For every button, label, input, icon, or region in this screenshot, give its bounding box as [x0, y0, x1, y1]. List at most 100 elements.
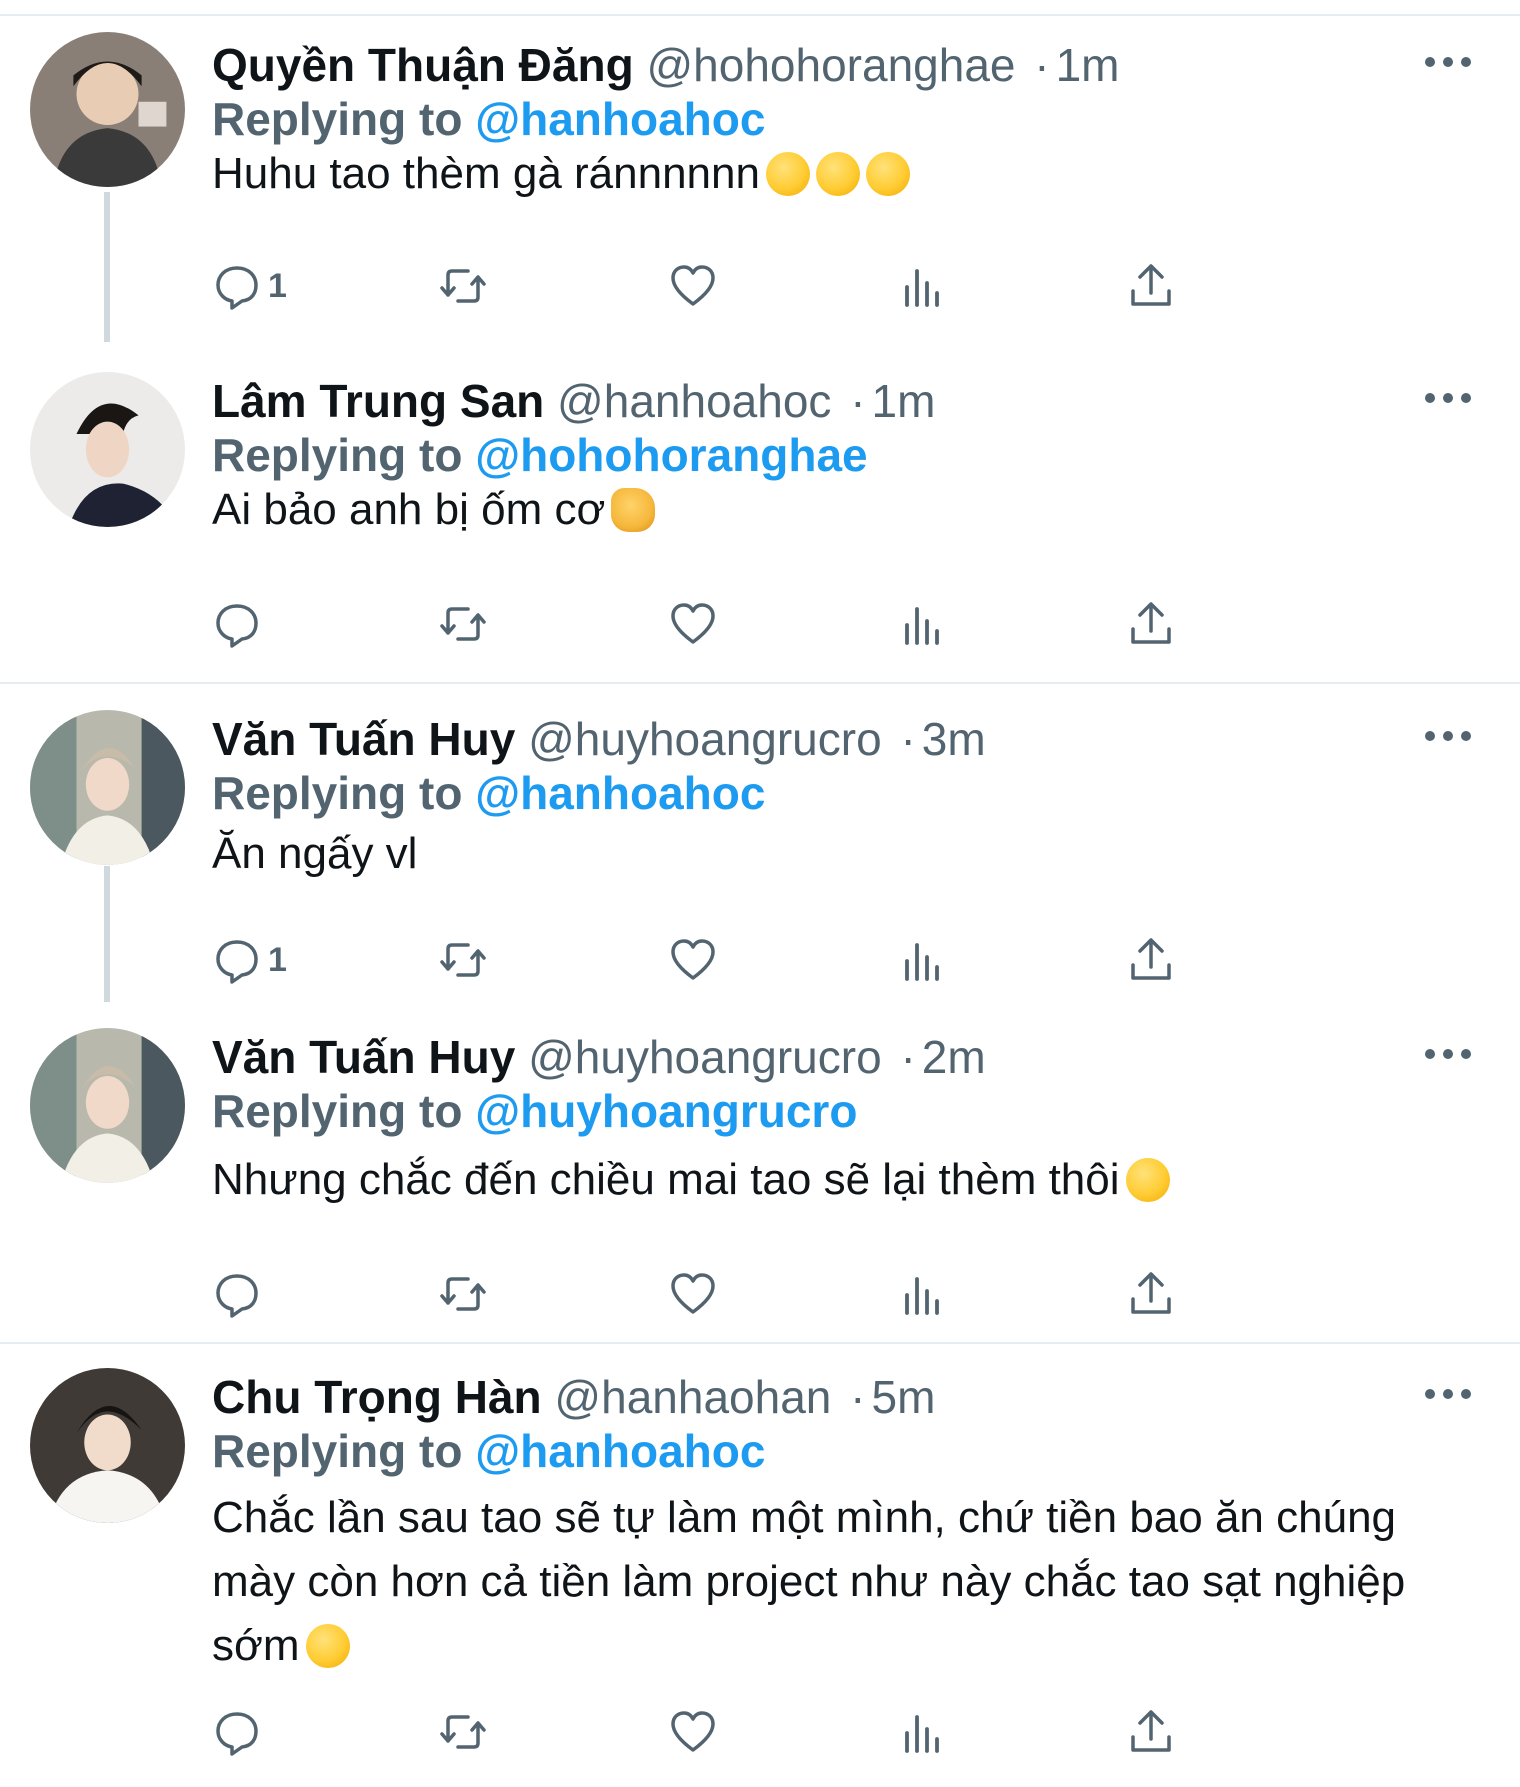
handle[interactable]: @hanhoahoc — [557, 375, 831, 427]
share-button[interactable] — [1126, 594, 1176, 654]
loudly-crying-face-emoji — [815, 152, 860, 196]
reply-button[interactable] — [212, 1264, 262, 1324]
replying-label: Replying to — [212, 767, 463, 819]
analytics-icon — [898, 1269, 948, 1319]
avatar[interactable] — [30, 710, 185, 865]
more-icon[interactable] — [1420, 726, 1476, 746]
like-button[interactable] — [668, 594, 718, 654]
retweet-icon — [438, 1707, 488, 1757]
analytics-button[interactable] — [898, 1264, 948, 1324]
loudly-crying-face-emoji — [865, 152, 910, 196]
replying-label: Replying to — [212, 429, 463, 481]
display-name[interactable]: Quyền Thuận Đăng — [212, 39, 634, 91]
action-bar: 1 — [212, 256, 1332, 316]
mention-link[interactable]: @hanhoahoc — [475, 93, 765, 145]
replying-to: Replying to @hanhoahoc — [212, 1422, 765, 1480]
more-icon[interactable] — [1420, 388, 1476, 408]
tweet[interactable]: Văn Tuấn Huy @huyhoangrucro · 3m Replying… — [0, 684, 1520, 1002]
analytics-icon — [898, 1707, 948, 1757]
avatar[interactable] — [30, 1368, 185, 1523]
timestamp[interactable]: 1m — [872, 375, 936, 427]
retweet-button[interactable] — [438, 1264, 488, 1324]
share-icon — [1126, 1269, 1176, 1319]
timestamp[interactable]: 2m — [922, 1031, 986, 1083]
analytics-icon — [898, 935, 948, 985]
timestamp[interactable]: 1m — [1056, 39, 1120, 91]
replying-to: Replying to @hanhoahoc — [212, 764, 765, 822]
reply-button[interactable] — [212, 594, 262, 654]
reply-icon — [212, 599, 262, 649]
analytics-button[interactable] — [898, 594, 948, 654]
tweet-header: Chu Trọng Hàn @hanhaohan · 5m — [212, 1368, 935, 1426]
retweet-button[interactable] — [438, 1702, 488, 1762]
replying-to: Replying to @huyhoangrucro — [212, 1082, 857, 1140]
replying-to: Replying to @hohohoranghae — [212, 426, 868, 484]
handle[interactable]: @hanhaohan — [554, 1371, 831, 1423]
analytics-icon — [898, 599, 948, 649]
analytics-button[interactable] — [898, 930, 948, 990]
like-button[interactable] — [668, 930, 718, 990]
share-icon — [1126, 935, 1176, 985]
thread-line — [104, 192, 110, 342]
avatar[interactable] — [30, 1028, 185, 1183]
analytics-button[interactable] — [898, 256, 948, 316]
reply-icon — [212, 1707, 262, 1757]
mention-link[interactable]: @hanhoahoc — [475, 1425, 765, 1477]
like-icon — [668, 1269, 718, 1319]
action-bar — [212, 1702, 1332, 1762]
reply-button[interactable] — [212, 1702, 262, 1762]
like-button[interactable] — [668, 256, 718, 316]
share-button[interactable] — [1126, 1702, 1176, 1762]
retweet-icon — [438, 1269, 488, 1319]
more-icon[interactable] — [1420, 52, 1476, 72]
retweet-button[interactable] — [438, 930, 488, 990]
tweet-text: Chắc lần sau tao sẽ tự làm một mình, chứ… — [212, 1486, 1432, 1678]
like-button[interactable] — [668, 1264, 718, 1324]
tweet-text-content: Ăn ngấy vl — [212, 829, 418, 878]
like-icon — [668, 1707, 718, 1757]
tweet[interactable]: Chu Trọng Hàn @hanhaohan · 5m Replying to… — [0, 1344, 1520, 1787]
display-name[interactable]: Chu Trọng Hàn — [212, 1371, 542, 1423]
replying-label: Replying to — [212, 1085, 463, 1137]
avatar[interactable] — [30, 32, 185, 187]
like-button[interactable] — [668, 1702, 718, 1762]
mention-link[interactable]: @hohohoranghae — [475, 429, 867, 481]
share-button[interactable] — [1126, 256, 1176, 316]
tweet-text: Huhu tao thèm gà ránnnnnn — [212, 142, 1432, 206]
tweet[interactable]: Lâm Trung San @hanhoahoc · 1m Replying to… — [0, 342, 1520, 684]
reply-icon — [212, 261, 262, 311]
more-icon[interactable] — [1420, 1044, 1476, 1064]
display-name[interactable]: Lâm Trung San — [212, 375, 544, 427]
tweet[interactable]: Văn Tuấn Huy @huyhoangrucro · 2m Replying… — [0, 1002, 1520, 1344]
retweet-icon — [438, 261, 488, 311]
retweet-button[interactable] — [438, 256, 488, 316]
handle[interactable]: @hohohoranghae — [646, 39, 1015, 91]
reply-button[interactable]: 1 — [212, 930, 287, 990]
tweet-text-content: Ai bảo anh bị ốm cơ — [212, 485, 606, 534]
display-name[interactable]: Văn Tuấn Huy — [212, 713, 515, 765]
avatar[interactable] — [30, 372, 185, 527]
like-icon — [668, 599, 718, 649]
thread-line — [104, 866, 110, 1002]
handle[interactable]: @huyhoangrucro — [528, 1031, 882, 1083]
timestamp[interactable]: 5m — [871, 1371, 935, 1423]
separator: · — [850, 375, 866, 427]
mention-link[interactable]: @hanhoahoc — [475, 767, 765, 819]
retweet-icon — [438, 599, 488, 649]
mention-link[interactable]: @huyhoangrucro — [475, 1085, 857, 1137]
analytics-button[interactable] — [898, 1702, 948, 1762]
share-button[interactable] — [1126, 930, 1176, 990]
tweet[interactable]: Quyền Thuận Đăng @hohohoranghae · 1m Repl… — [0, 22, 1520, 342]
share-button[interactable] — [1126, 1264, 1176, 1324]
retweet-button[interactable] — [438, 594, 488, 654]
reply-button[interactable]: 1 — [212, 256, 287, 316]
grinning-face-with-sweat-emoji — [305, 1624, 350, 1668]
more-icon[interactable] — [1420, 1384, 1476, 1404]
tweet-header: Lâm Trung San @hanhoahoc · 1m — [212, 372, 935, 430]
reply-icon — [212, 935, 262, 985]
display-name[interactable]: Văn Tuấn Huy — [212, 1031, 515, 1083]
tweet-text-content: Chắc lần sau tao sẽ tự làm một mình, chứ… — [212, 1493, 1406, 1670]
tweet-header: Văn Tuấn Huy @huyhoangrucro · 3m — [212, 710, 986, 768]
timestamp[interactable]: 3m — [922, 713, 986, 765]
handle[interactable]: @huyhoangrucro — [528, 713, 882, 765]
